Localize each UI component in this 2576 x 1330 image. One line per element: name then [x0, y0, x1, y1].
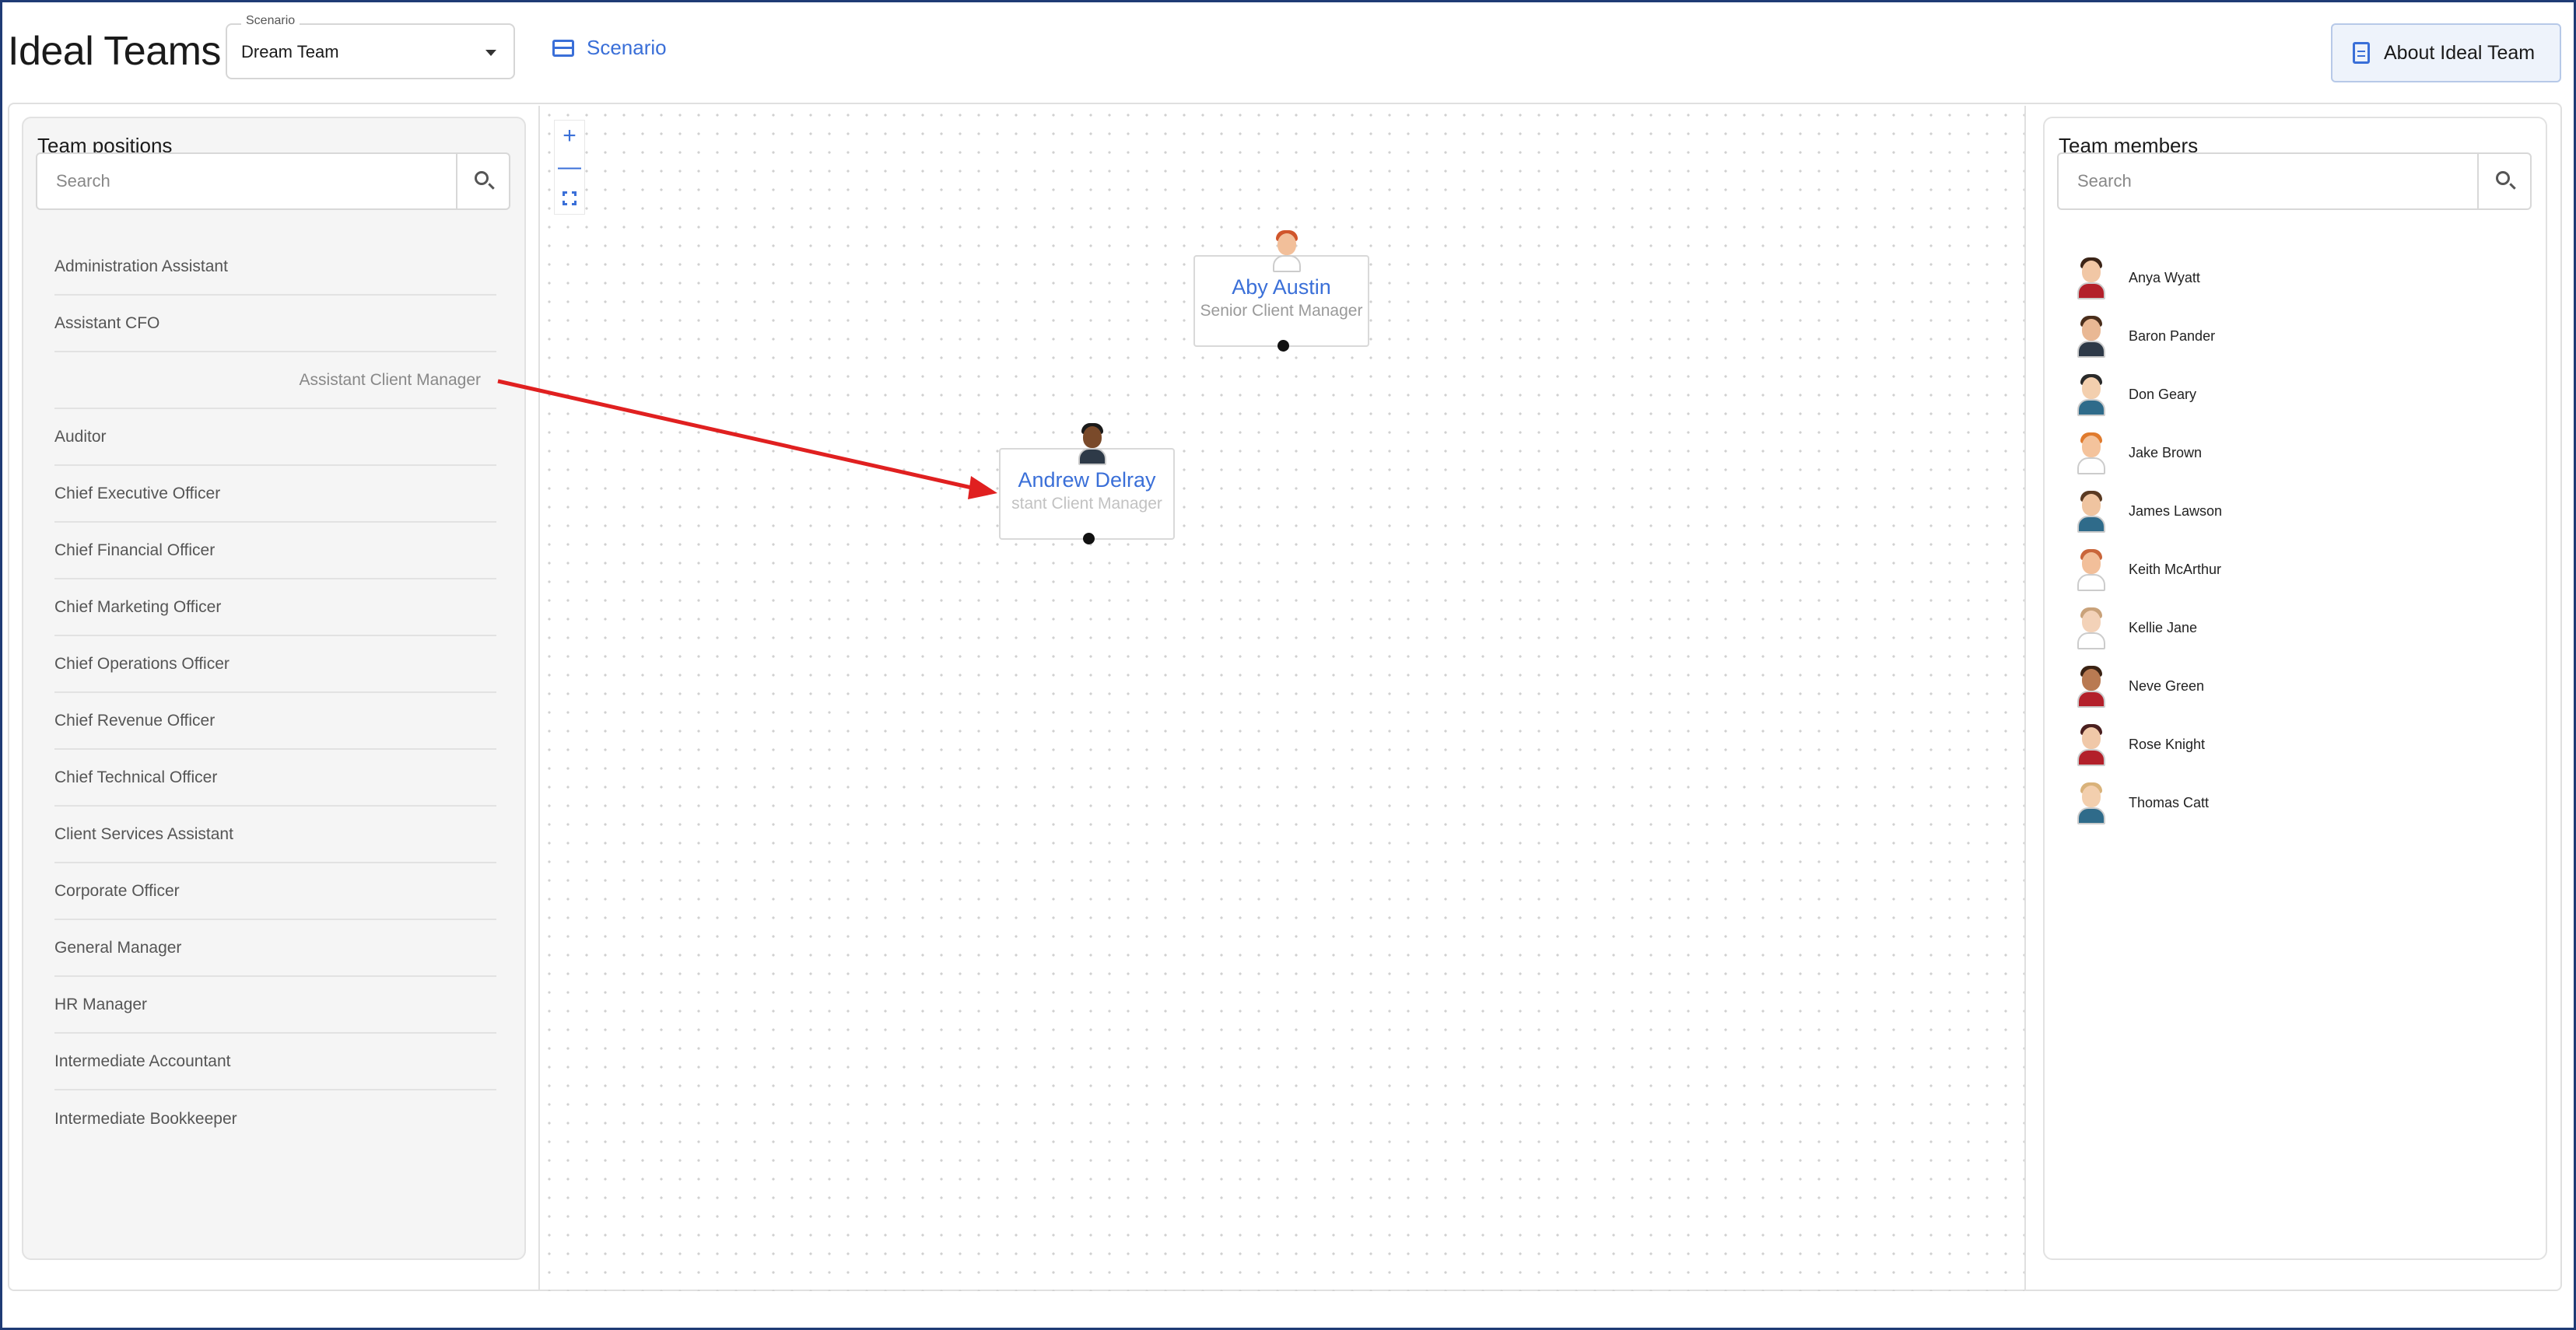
arrow-head — [968, 476, 997, 499]
drag-annotation-arrow — [497, 379, 997, 499]
arrow-line — [497, 379, 983, 492]
